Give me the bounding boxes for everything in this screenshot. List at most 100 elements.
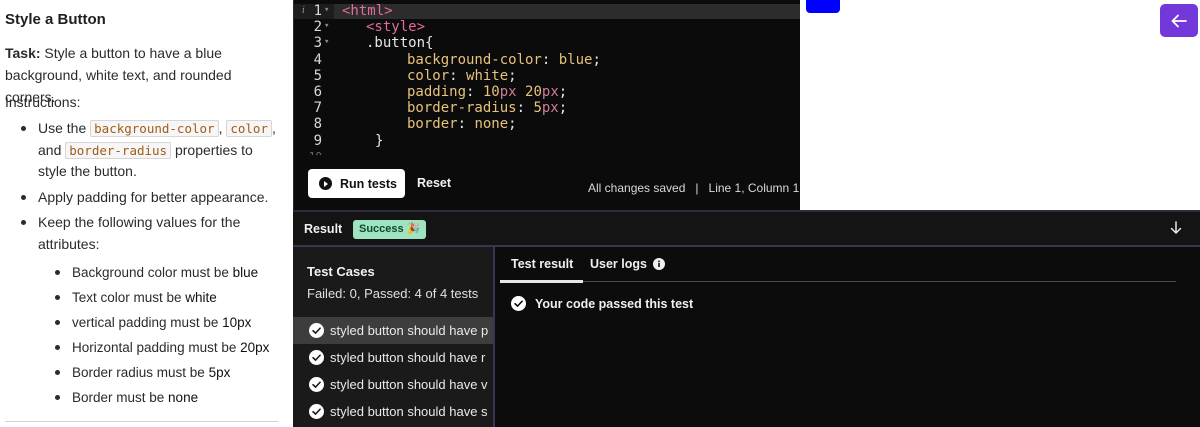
pass-message-text: Your code passed this test bbox=[535, 296, 694, 311]
preview-styled-button[interactable] bbox=[806, 0, 840, 13]
list-item: Background color must be blue bbox=[55, 262, 285, 287]
reset-button[interactable]: Reset bbox=[417, 176, 451, 190]
code-line[interactable]: 2 ▾ <style> bbox=[294, 19, 801, 35]
line-number: 3 bbox=[313, 35, 322, 52]
value-label: Horizontal padding must be bbox=[72, 340, 241, 355]
code-lines[interactable]: 1 ▾ <html> 2 ▾ <style> 3 ▾ .button{ 4 backgroun… bbox=[294, 3, 801, 155]
test-case-label: styled button should have p bbox=[330, 323, 489, 338]
list-item: Apply padding for better appearance. bbox=[21, 187, 283, 209]
check-circle-icon bbox=[309, 404, 324, 419]
fold-arrow-icon[interactable]: ▾ bbox=[324, 18, 329, 34]
run-tests-button[interactable]: Run tests bbox=[308, 169, 405, 198]
instructions-list: Use the background-color, color, and bor… bbox=[21, 118, 283, 255]
css-unit: px bbox=[541, 100, 559, 117]
list-item: Text color must be white bbox=[55, 287, 285, 312]
code-line[interactable]: 9} bbox=[294, 133, 801, 149]
test-summary: Failed: 0, Passed: 4 of 4 tests bbox=[307, 286, 479, 301]
code-text: background-color: blue; bbox=[407, 51, 601, 68]
tab-user-logs[interactable]: User logs bbox=[590, 257, 665, 271]
line-number: 5 bbox=[313, 67, 322, 84]
arrow-down-icon[interactable] bbox=[1170, 221, 1182, 235]
editor-status: All changes saved | Line 1, Column 1 bbox=[588, 181, 800, 195]
css-number: 20 bbox=[525, 83, 542, 100]
css-property: color bbox=[407, 67, 450, 84]
info-icon bbox=[652, 258, 665, 270]
list-item: Border radius must be 5px bbox=[55, 362, 285, 387]
instructions-heading: Instructions: bbox=[5, 94, 81, 110]
css-property: border bbox=[407, 116, 458, 133]
list-item: Use the background-color, color, and bor… bbox=[21, 118, 283, 183]
value-label: vertical padding must be bbox=[72, 315, 223, 330]
task-label: Task: bbox=[5, 45, 41, 61]
result-label: Result bbox=[304, 222, 343, 236]
value-label: Border must be bbox=[72, 390, 169, 405]
value-label: Text color must be bbox=[72, 290, 186, 305]
line-number: 9 bbox=[313, 132, 322, 149]
value: 5px bbox=[208, 365, 231, 380]
code-line[interactable]: 3 ▾ .button{ bbox=[294, 35, 801, 51]
test-case-item[interactable]: styled button should have s bbox=[293, 398, 493, 425]
code-text: border: none; bbox=[407, 116, 517, 133]
code-line[interactable]: 7 border-radius: 5px; bbox=[294, 100, 801, 116]
css-property: border-radius bbox=[407, 100, 517, 117]
code-line[interactable]: 5 color: white; bbox=[294, 68, 801, 84]
css-property: padding bbox=[407, 83, 467, 100]
code-line[interactable]: 4 background-color: blue; bbox=[294, 52, 801, 68]
code-text: .button{ bbox=[366, 35, 434, 52]
list-item: Keep the following values for the attrib… bbox=[21, 212, 283, 255]
code-line[interactable]: 8 border: none; bbox=[294, 116, 801, 132]
list-item: Border must be none bbox=[55, 387, 285, 412]
attribute-values-list: Background color must be blue Text color… bbox=[55, 262, 285, 412]
test-cases-panel: Test Cases Failed: 0, Passed: 4 of 4 tes… bbox=[293, 247, 493, 427]
css-unit: px bbox=[541, 83, 559, 100]
page-title: Style a Button bbox=[5, 11, 106, 28]
test-case-item[interactable]: styled button should have v bbox=[293, 371, 493, 398]
arrow-left-icon bbox=[1171, 14, 1187, 27]
check-circle-icon bbox=[309, 323, 324, 338]
code-line[interactable]: 10 bbox=[294, 149, 801, 155]
run-tests-label: Run tests bbox=[340, 176, 397, 191]
tab-divider bbox=[500, 281, 1176, 282]
code-text: border-radius: 5px; bbox=[407, 100, 568, 117]
css-number: 10 bbox=[482, 83, 500, 100]
fold-arrow-icon[interactable]: ▾ bbox=[324, 2, 329, 18]
value-label: Border radius must be bbox=[72, 365, 209, 380]
tab-label: Test result bbox=[511, 257, 574, 271]
inline-code: background-color bbox=[90, 120, 219, 137]
css-value: white bbox=[466, 67, 509, 84]
value: blue bbox=[232, 265, 259, 280]
check-circle-icon bbox=[511, 296, 526, 311]
status-badge: Success 🎉 bbox=[353, 220, 427, 239]
test-cases-heading: Test Cases bbox=[307, 264, 375, 279]
code-text: <html> bbox=[342, 3, 393, 19]
tab-label: User logs bbox=[590, 257, 647, 271]
bullet-text: Use the bbox=[38, 120, 91, 136]
line-number: 10 bbox=[302, 149, 322, 155]
divider bbox=[5, 421, 278, 422]
back-button[interactable] bbox=[1160, 4, 1198, 37]
line-number: 1 bbox=[313, 3, 322, 19]
result-bar: Result Success 🎉 bbox=[293, 210, 1200, 247]
test-case-label: styled button should have s bbox=[330, 404, 488, 419]
line-number: 6 bbox=[313, 83, 322, 100]
test-case-item[interactable]: styled button should have r bbox=[293, 344, 493, 371]
list-item: Horizontal padding must be 20px bbox=[55, 337, 285, 362]
code-text: color: white; bbox=[407, 67, 517, 84]
inline-code: border-radius bbox=[65, 141, 172, 159]
css-property: background-color bbox=[407, 51, 542, 68]
list-item: vertical padding must be 10px bbox=[55, 312, 285, 337]
line-number: 8 bbox=[313, 116, 322, 133]
test-case-item[interactable]: styled button should have p bbox=[293, 317, 493, 344]
value: none bbox=[168, 390, 199, 405]
code-line[interactable]: 1 ▾ <html> bbox=[294, 3, 801, 19]
css-number: 5 bbox=[533, 100, 542, 117]
css-unit: px bbox=[499, 83, 517, 100]
fold-arrow-icon[interactable]: ▾ bbox=[324, 34, 329, 50]
css-value: blue bbox=[558, 51, 593, 68]
play-icon bbox=[319, 177, 332, 190]
value: 10px bbox=[222, 315, 252, 330]
tab-test-result[interactable]: Test result bbox=[511, 257, 573, 271]
code-line[interactable]: 6 padding: 10px 20px; bbox=[294, 84, 801, 100]
code-text: <style> bbox=[366, 19, 426, 36]
line-number: 7 bbox=[313, 100, 322, 117]
